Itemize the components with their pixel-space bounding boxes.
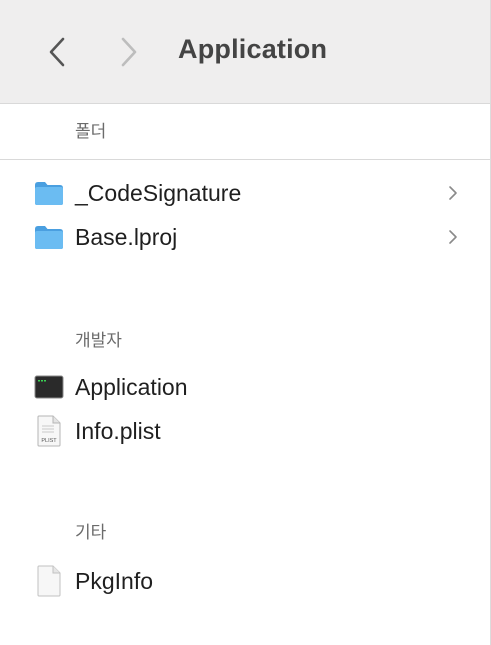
generic-file-icon <box>34 565 64 597</box>
folder-icon <box>34 178 64 208</box>
section-header-other: 기타 <box>75 523 107 542</box>
item-label: Application <box>75 373 188 400</box>
toolbar: Application <box>0 0 491 104</box>
chevron-right-icon[interactable] <box>447 184 459 202</box>
chevron-left-icon <box>49 37 65 67</box>
plist-file-icon: PLIST <box>34 415 64 447</box>
item-label: PkgInfo <box>75 567 153 594</box>
list-item-base-lproj[interactable]: Base.lproj <box>0 215 490 259</box>
window-title: Application <box>178 34 328 64</box>
list-item-application[interactable]: Application <box>0 365 490 409</box>
terminal-executable-icon <box>34 372 64 402</box>
list-item-info-plist[interactable]: PLIST Info.plist <box>0 409 490 453</box>
section-header-developer: 개발자 <box>75 331 122 350</box>
list-item-codesignature[interactable]: _CodeSignature <box>0 171 490 215</box>
chevron-right-icon[interactable] <box>447 228 459 246</box>
list-item-pkginfo[interactable]: PkgInfo <box>0 559 490 603</box>
plist-icon-text: PLIST <box>41 438 57 444</box>
item-label: _CodeSignature <box>75 179 242 206</box>
chevron-right-icon <box>121 37 137 67</box>
forward-button[interactable] <box>114 33 144 71</box>
folder-icon <box>34 222 64 252</box>
item-label: Info.plist <box>75 417 161 444</box>
back-button[interactable] <box>42 33 72 71</box>
item-label: Base.lproj <box>75 223 178 250</box>
section-header-folders: 폴더 <box>0 104 490 160</box>
